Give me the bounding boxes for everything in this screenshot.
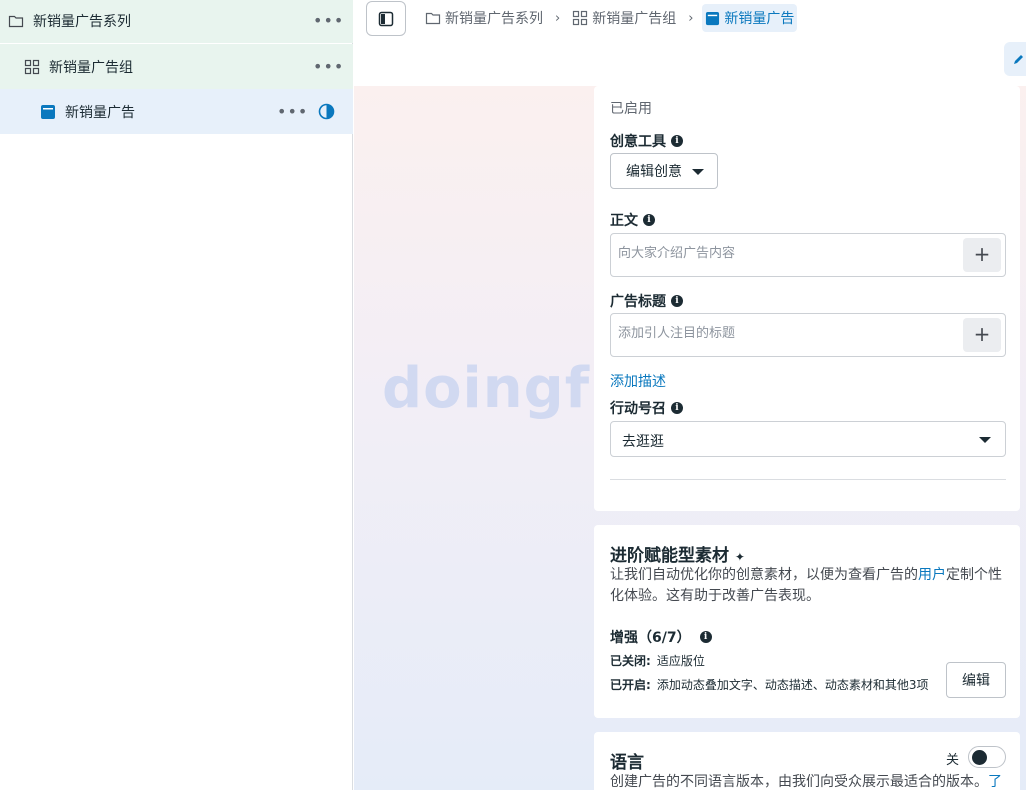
disabled-key: 已关闭: <box>610 654 651 668</box>
primary-text-placeholder: 向大家介绍广告内容 <box>618 246 736 261</box>
advantage-title: 进阶赋能型素材 ✦ <box>610 541 745 566</box>
more-options-icon[interactable]: ••• <box>313 11 344 30</box>
disabled-value: 适应版位 <box>656 654 705 668</box>
creative-card: 已启用 创意工具 i 编辑创意 正文 i 向大家介绍广告内容 + 广告标题 i <box>594 86 1020 511</box>
headline-label-text: 广告标题 <box>610 294 666 310</box>
cta-select[interactable]: 去逛逛 <box>610 421 1006 457</box>
preview-canvas: doingfi 已启用 创意工具 i 编辑创意 正文 i 向大家介绍广告内容 +… <box>354 86 1026 790</box>
chevron-right-icon: › <box>555 10 561 26</box>
tree-item-adset[interactable]: 新销量广告组 ••• <box>0 44 353 89</box>
caret-down-icon <box>979 437 991 443</box>
creative-tools-text: 创意工具 <box>610 134 666 150</box>
add-primary-text-button[interactable]: + <box>963 238 1001 272</box>
tree-item-label: 新销量广告 <box>65 104 135 121</box>
breadcrumb-label: 新销量广告 <box>724 11 795 27</box>
breadcrumb-label: 新销量广告组 <box>592 11 677 27</box>
edit-creative-dropdown[interactable]: 编辑创意 <box>610 153 718 189</box>
add-headline-button[interactable]: + <box>963 318 1001 352</box>
primary-text-label: 正文 i <box>610 210 655 230</box>
enabled-key: 已开启: <box>610 678 651 692</box>
advantage-title-text: 进阶赋能型素材 <box>610 546 729 566</box>
cta-label-text: 行动号召 <box>610 401 666 417</box>
breadcrumb: 新销量广告系列 › 新销量广告组 › 新销量广告 <box>422 4 798 32</box>
breadcrumb-label: 新销量广告系列 <box>445 11 543 27</box>
chevron-right-icon: › <box>688 10 694 26</box>
edit-enhancements-button[interactable]: 编辑 <box>946 662 1006 698</box>
learn-more-link[interactable]: 了 <box>988 774 1002 790</box>
top-bar: 新销量广告系列 › 新销量广告组 › 新销量广告 <box>354 0 1026 86</box>
ad-icon <box>41 104 55 119</box>
enhancements-count: 增强（6/7） <box>610 630 691 646</box>
divider <box>610 479 1006 480</box>
folder-icon <box>425 12 441 25</box>
edit-pencil-button[interactable] <box>1004 42 1026 76</box>
breadcrumb-campaign[interactable]: 新销量广告系列 <box>422 4 546 32</box>
language-desc-text: 创建广告的不同语言版本，由我们向受众展示最适合的版本。 <box>610 774 988 790</box>
grid-icon <box>573 10 588 26</box>
language-title: 语言 <box>610 753 644 773</box>
toggle-state-label: 关 <box>946 753 960 768</box>
headline-label: 广告标题 i <box>610 291 683 311</box>
tree-item-ad[interactable]: 新销量广告 ••• <box>0 89 353 134</box>
tree-item-label: 新销量广告系列 <box>33 13 131 30</box>
campaign-tree-sidebar: 新销量广告系列 ••• 新销量广告组 ••• 新销量广告 ••• <box>0 0 353 790</box>
toggle-panel-button[interactable] <box>366 1 406 36</box>
language-card: 语言 关 创建广告的不同语言版本，由我们向受众展示最适合的版本。了 <box>594 732 1020 790</box>
enhancements-label: 增强（6/7） i <box>610 627 712 647</box>
pencil-icon <box>1014 55 1023 64</box>
more-options-icon[interactable]: ••• <box>277 102 308 121</box>
caret-down-icon <box>692 169 704 175</box>
folder-icon <box>8 15 24 27</box>
status-value: 已启用 <box>610 101 652 117</box>
toggle-knob <box>972 750 987 765</box>
cta-label: 行动号召 i <box>610 398 683 418</box>
more-options-icon[interactable]: ••• <box>313 57 344 76</box>
breadcrumb-ad[interactable]: 新销量广告 <box>702 4 798 32</box>
advantage-desc-part1: 让我们自动优化你的创意素材，以便为查看广告的 <box>610 567 918 583</box>
language-description: 创建广告的不同语言版本，由我们向受众展示最适合的版本。了 <box>610 772 1020 790</box>
primary-text-label-text: 正文 <box>610 213 638 229</box>
ad-icon <box>706 11 720 25</box>
sidebar-toggle-icon <box>378 11 394 26</box>
info-icon[interactable]: i <box>671 135 683 147</box>
main-area: 新销量广告系列 › 新销量广告组 › 新销量广告 doingfi 已启用 创意工… <box>354 0 1026 790</box>
creative-tools-label: 创意工具 i <box>610 131 683 151</box>
cta-value: 去逛逛 <box>622 434 664 450</box>
half-circle-status-icon[interactable] <box>318 103 335 120</box>
grid-icon <box>24 59 40 74</box>
tree-item-campaign[interactable]: 新销量广告系列 ••• <box>0 0 353 43</box>
tree-item-label: 新销量广告组 <box>49 59 133 76</box>
enabled-value: 添加动态叠加文字、动态描述、动态素材和其他3项 <box>656 678 929 692</box>
language-toggle[interactable] <box>968 746 1006 768</box>
advantage-description: 让我们自动优化你的创意素材，以便为查看广告的用户定制个性化体验。这有助于改善广告… <box>610 565 1010 607</box>
add-description-link[interactable]: 添加描述 <box>610 371 666 391</box>
info-icon[interactable]: i <box>699 631 712 643</box>
users-link[interactable]: 用户 <box>918 567 946 583</box>
breadcrumb-adset[interactable]: 新销量广告组 <box>569 4 679 32</box>
disabled-enhancements: 已关闭: 适应版位 <box>610 654 930 669</box>
info-icon[interactable]: i <box>643 214 655 226</box>
watermark-logo: doingfi <box>382 356 611 421</box>
edit-creative-label: 编辑创意 <box>626 164 682 180</box>
advantage-creative-card: 进阶赋能型素材 ✦ 让我们自动优化你的创意素材，以便为查看广告的用户定制个性化体… <box>594 525 1020 718</box>
info-icon[interactable]: i <box>671 295 683 307</box>
primary-text-input[interactable]: 向大家介绍广告内容 + <box>610 233 1006 277</box>
headline-input[interactable]: 添加引人注目的标题 + <box>610 313 1006 357</box>
headline-placeholder: 添加引人注目的标题 <box>618 326 736 341</box>
enabled-enhancements: 已开启: 添加动态叠加文字、动态描述、动态素材和其他3项 <box>610 678 930 693</box>
info-icon[interactable]: i <box>671 402 683 414</box>
sparkle-icon: ✦ <box>734 550 745 564</box>
